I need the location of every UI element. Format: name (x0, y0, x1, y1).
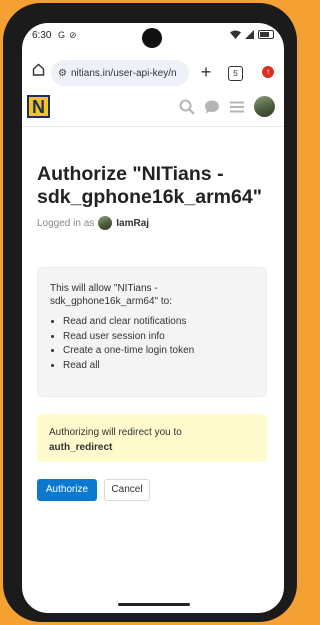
search-icon[interactable] (179, 99, 195, 115)
battery-icon (258, 30, 274, 39)
page-title: Authorize "NITians - sdk_gphone16k_arm64… (37, 163, 262, 208)
status-right-icons (230, 30, 274, 39)
list-item: Read and clear notifications (63, 315, 254, 330)
redirect-notice: Authorizing will redirect you to auth_re… (37, 414, 267, 462)
dnd-icon: ⊘ (69, 30, 77, 40)
user-avatar[interactable] (254, 96, 275, 117)
wifi-icon (230, 30, 241, 39)
chat-icon[interactable] (204, 99, 220, 115)
status-left-icons: G ⊘ (58, 30, 77, 41)
redirect-target: auth_redirect (49, 442, 113, 453)
screen: 6:30 G ⊘ ⚙ nitians.in/user-api-key/n + 5 (22, 23, 284, 613)
logged-in-label: Logged in as (37, 217, 95, 229)
list-item: Read user session info (63, 330, 254, 345)
permissions-intro: This will allow "NITians - sdk_gphone16k… (50, 283, 172, 307)
list-item: Read all (63, 359, 254, 374)
authorize-button[interactable]: Authorize (37, 479, 97, 501)
username-link[interactable]: IamRaj (116, 218, 149, 229)
home-icon[interactable] (28, 62, 48, 82)
site-info-icon[interactable]: ⚙ (58, 68, 67, 79)
permissions-box: This will allow "NITians - sdk_gphone16k… (37, 267, 267, 397)
status-bar: 6:30 G ⊘ (22, 23, 284, 53)
permissions-list: Read and clear notifications Read user s… (50, 315, 254, 373)
phone-frame: 6:30 G ⊘ ⚙ nitians.in/user-api-key/n + 5 (3, 3, 297, 622)
list-item: Create a one-time login token (63, 344, 254, 359)
site-logo[interactable]: N (27, 95, 50, 118)
url-text: nitians.in/user-api-key/n (70, 67, 177, 79)
avatar (98, 216, 113, 230)
new-tab-button[interactable]: + (197, 62, 215, 82)
redirect-notice-text: Authorizing will redirect you to (49, 427, 182, 438)
signal-icon (245, 30, 254, 39)
main-content: Authorize "NITians - sdk_gphone16k_arm64… (37, 163, 273, 231)
cancel-button[interactable]: Cancel (104, 479, 150, 501)
url-bar[interactable]: ⚙ nitians.in/user-api-key/n (51, 60, 189, 86)
gesture-bar[interactable] (118, 603, 190, 606)
front-camera (142, 28, 162, 48)
tab-switcher-button[interactable]: 5 (228, 66, 243, 81)
update-icon[interactable]: ↑ (262, 66, 274, 78)
google-icon: G (58, 30, 66, 40)
site-header: N (22, 90, 284, 127)
status-time: 6:30 (32, 30, 52, 41)
logged-in-as: Logged in as IamRaj (37, 215, 273, 231)
menu-icon[interactable] (229, 99, 245, 115)
browser-toolbar: ⚙ nitians.in/user-api-key/n + 5 ↑ (22, 56, 284, 90)
